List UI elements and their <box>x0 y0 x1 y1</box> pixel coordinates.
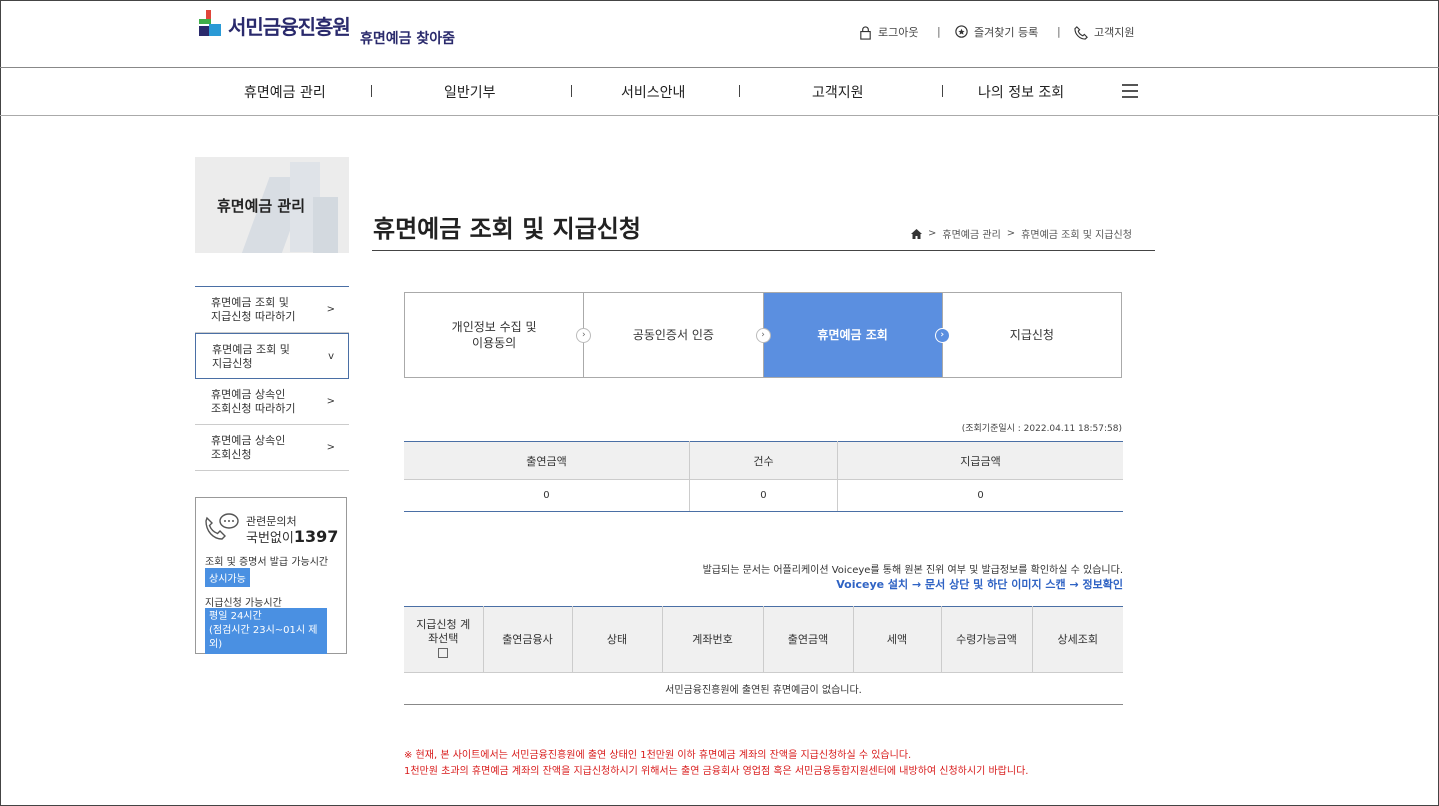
gnb-divider <box>739 85 740 97</box>
step-label: 휴면예금 조회 <box>817 328 888 342</box>
logout-link[interactable]: 로그아웃 <box>858 24 918 40</box>
home-icon[interactable] <box>911 228 922 239</box>
logo-icon[interactable] <box>196 10 226 40</box>
select-all-checkbox[interactable] <box>438 647 449 658</box>
summary-value: 0 <box>837 479 1123 512</box>
step-certificate: 공동인증서 인증 › <box>584 293 771 377</box>
phone-icon <box>1074 25 1088 40</box>
time1-label: 조회 및 증명서 발급 가능시간 <box>205 557 329 568</box>
summary-value: 0 <box>404 479 690 512</box>
gnb-item-service[interactable]: 서비스안내 <box>621 82 685 102</box>
summary-table: 출연금액 건수 지급금액 0 0 0 <box>404 441 1123 512</box>
breadcrumb-separator: > <box>1006 228 1016 239</box>
time1-badge: 상시가능 <box>205 568 250 587</box>
contact-phone: 국번없이1397 <box>246 527 338 546</box>
summary-value: 0 <box>689 479 839 512</box>
lnb-title: 휴면예금 관리 <box>217 197 306 215</box>
table-header: 계좌번호 <box>662 606 764 673</box>
phone-chat-icon <box>205 513 239 540</box>
logo-text[interactable]: 서민금융진흥원 <box>228 11 351 40</box>
warning-text: ※ 현재, 본 사이트에서는 서민금융진흥원에 출연 상태인 1천만원 이하 휴… <box>404 750 912 761</box>
lnb-item-guide[interactable]: 휴면예금 조회 및 지급신청 따라하기 > <box>195 287 349 333</box>
warning-text: 1천만원 초과의 휴면예금 계좌의 잔액을 지급신청하시기 위해서는 출연 금융… <box>404 766 1029 777</box>
lnb-item-heir-guide[interactable]: 휴면예금 상속인 조회신청 따라하기 > <box>195 379 349 425</box>
logo-subtitle[interactable]: 휴면예금 찾아줌 <box>360 28 455 48</box>
summary-header: 건수 <box>689 441 839 480</box>
gnb-item-myinfo[interactable]: 나의 정보 조회 <box>978 82 1064 102</box>
title-divider <box>372 250 1155 251</box>
lnb-item-inquiry[interactable]: 휴면예금 조회 및 지급신청 v <box>195 333 349 379</box>
table-header: 출연금융사 <box>483 606 573 673</box>
voiceye-steps: Voiceye 설치 → 문서 상단 및 하단 이미지 스캔 → 정보확인 <box>836 578 1123 591</box>
step-label: 이용동의 <box>472 336 517 350</box>
chevron-right-icon: > <box>326 442 335 453</box>
side-nav: 휴면예금 조회 및 지급신청 따라하기 > 휴면예금 조회 및 지급신청 v 휴… <box>195 286 349 471</box>
gnb-divider <box>942 85 943 97</box>
main-nav: 휴면예금 관리 일반기부 서비스안내 고객지원 나의 정보 조회 <box>0 67 1439 116</box>
breadcrumb-item[interactable]: 휴면예금 조회 및 지급신청 <box>1021 226 1132 241</box>
summary-header: 지급금액 <box>837 441 1123 480</box>
accounts-table: 지급신청 계좌선택 출연금융사 상태 계좌번호 출연금액 세액 수령가능금액 상… <box>404 606 1123 705</box>
step-inquiry: 휴면예금 조회 › <box>763 293 950 377</box>
chevron-right-icon: > <box>326 304 335 315</box>
contact-box: 관련문의처 국번없이1397 조회 및 증명서 발급 가능시간 상시가능 지급신… <box>195 497 347 654</box>
step-label: 공동인증서 인증 <box>632 328 714 342</box>
chevron-right-icon: › <box>755 328 771 343</box>
lnb-title-box: 휴면예금 관리 <box>195 157 349 253</box>
table-header: 수령가능금액 <box>941 606 1033 673</box>
lock-icon <box>860 25 871 40</box>
time2-line1: 평일 24시간 <box>209 611 262 622</box>
table-header: 상태 <box>572 606 663 673</box>
gnb-item-dormant[interactable]: 휴면예금 관리 <box>244 82 326 102</box>
time2-label: 지급신청 가능시간 <box>205 598 282 609</box>
chevron-right-icon: > <box>326 396 335 407</box>
table-header: 출연금액 <box>763 606 854 673</box>
gnb-item-donation[interactable]: 일반기부 <box>444 82 496 102</box>
phone-prefix: 국번없이 <box>246 531 294 546</box>
select-account-header: 지급신청 계좌선택 <box>404 606 484 673</box>
voiceye-notice: 발급되는 문서는 어플리케이션 Voiceye를 통해 원본 진위 여부 및 발… <box>702 565 1123 576</box>
chevron-right-icon: › <box>934 328 950 343</box>
breadcrumb-separator: > <box>928 228 937 239</box>
gnb-item-support[interactable]: 고객지원 <box>812 82 864 102</box>
page-title: 휴면예금 조회 및 지급신청 <box>373 215 641 243</box>
chevron-down-icon: v <box>328 351 334 362</box>
time2-badge: 평일 24시간 (점검시간 23시~01시 제외) <box>205 608 327 654</box>
phone-number: 1397 <box>293 527 339 546</box>
summary-header: 출연금액 <box>404 441 690 480</box>
inquiry-timestamp: (조회기준일시 : 2022.04.11 18:57:58) <box>961 424 1122 434</box>
step-consent: 개인정보 수집 및 이용동의 › <box>405 293 592 377</box>
util-divider: | <box>937 25 941 38</box>
step-label: 개인정보 수집 및 <box>451 320 537 334</box>
favorite-label: 즐겨찾기 등록 <box>974 26 1039 39</box>
lnb-item-heir[interactable]: 휴면예금 상속인 조회신청 > <box>195 425 349 471</box>
support-label: 고객지원 <box>1094 26 1135 39</box>
star-badge-icon <box>955 24 968 38</box>
table-header: 상세조회 <box>1032 606 1123 673</box>
breadcrumb-item[interactable]: 휴면예금 관리 <box>942 226 1000 241</box>
table-header: 세액 <box>853 606 942 673</box>
step-payment: 지급신청 <box>943 293 1121 377</box>
util-divider: | <box>1057 25 1061 38</box>
logout-label: 로그아웃 <box>878 26 919 39</box>
empty-message: 서민금융진흥원에 출연된 휴면예금이 없습니다. <box>404 672 1123 705</box>
time2-line2: (점검시간 23시~01시 제외) <box>209 625 318 650</box>
favorite-link[interactable]: 즐겨찾기 등록 <box>954 24 1038 40</box>
header-label: 지급신청 계좌선택 <box>416 617 471 645</box>
breadcrumb: > 휴면예금 관리 > 휴면예금 조회 및 지급신청 <box>911 226 1132 241</box>
menu-icon[interactable] <box>1122 84 1138 98</box>
progress-steps: 개인정보 수집 및이용동의 › 공동인증서 인증 › 휴면예금 조회 › 지급신… <box>404 292 1122 378</box>
support-link[interactable]: 고객지원 <box>1074 24 1134 40</box>
step-label: 지급신청 <box>1009 328 1054 342</box>
gnb-divider <box>571 85 572 97</box>
gnb-divider <box>371 85 372 97</box>
